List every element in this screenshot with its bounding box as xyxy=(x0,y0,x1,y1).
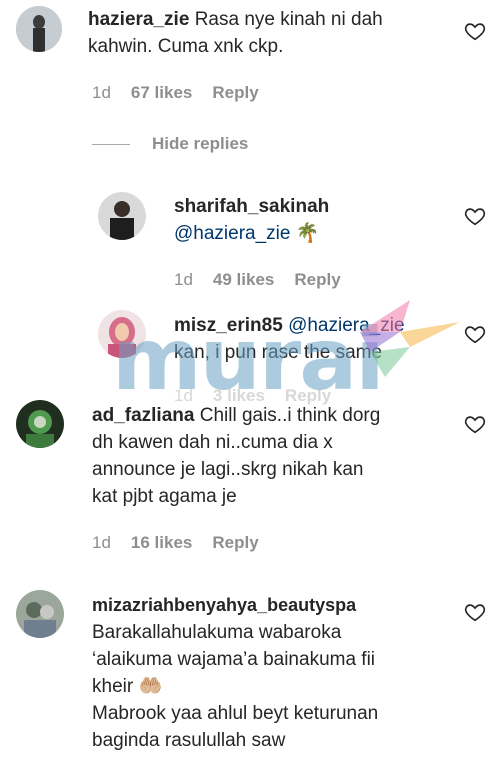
reply-text: sharifah_sakinah @haziera_zie 🌴 xyxy=(174,196,330,244)
hide-replies-button[interactable]: Hide replies xyxy=(92,134,248,154)
comment-text: mizazriahbenyahya_beautyspa Barakallahul… xyxy=(92,595,379,751)
reply-button[interactable]: Reply xyxy=(212,83,258,103)
username[interactable]: ad_fazliana xyxy=(92,405,194,426)
username[interactable]: sharifah_sakinah xyxy=(174,196,329,217)
mention-link[interactable]: @haziera_zie xyxy=(174,223,290,244)
avatar[interactable] xyxy=(98,192,146,240)
username[interactable]: mizazriahbenyahya_beautyspa xyxy=(92,595,356,615)
mention-link[interactable]: @haziera_zie xyxy=(288,315,404,336)
avatar[interactable] xyxy=(98,310,146,358)
reply-button[interactable]: Reply xyxy=(294,270,340,290)
heart-icon[interactable] xyxy=(464,205,486,227)
likes-count[interactable]: 49 likes xyxy=(213,270,274,290)
heart-icon[interactable] xyxy=(464,20,486,42)
reply-meta: 1d 49 likes Reply xyxy=(174,270,341,290)
reply-button[interactable]: Reply xyxy=(212,533,258,553)
username[interactable]: misz_erin85 xyxy=(174,315,283,336)
divider xyxy=(92,143,130,145)
comment-meta: 1d 16 likes Reply xyxy=(92,533,259,553)
username[interactable]: haziera_zie xyxy=(88,9,189,30)
pray-emoji: 🤲🏼 xyxy=(138,676,163,697)
avatar[interactable] xyxy=(16,590,64,638)
comment-meta: 1d 67 likes Reply xyxy=(92,83,259,103)
heart-icon[interactable] xyxy=(464,601,486,623)
comment-text: ad_fazliana Chill gais..i think dorg dh … xyxy=(92,405,381,507)
avatar[interactable] xyxy=(16,400,64,448)
heart-icon[interactable] xyxy=(464,323,486,345)
avatar[interactable] xyxy=(16,6,62,52)
likes-count[interactable]: 67 likes xyxy=(131,83,192,103)
likes-count[interactable]: 16 likes xyxy=(131,533,192,553)
heart-icon[interactable] xyxy=(464,413,486,435)
comment-text: haziera_zie Rasa nye kinah ni dah kahwin… xyxy=(88,9,383,57)
reply-text: misz_erin85 @haziera_zie kan, i pun rase… xyxy=(174,315,405,363)
